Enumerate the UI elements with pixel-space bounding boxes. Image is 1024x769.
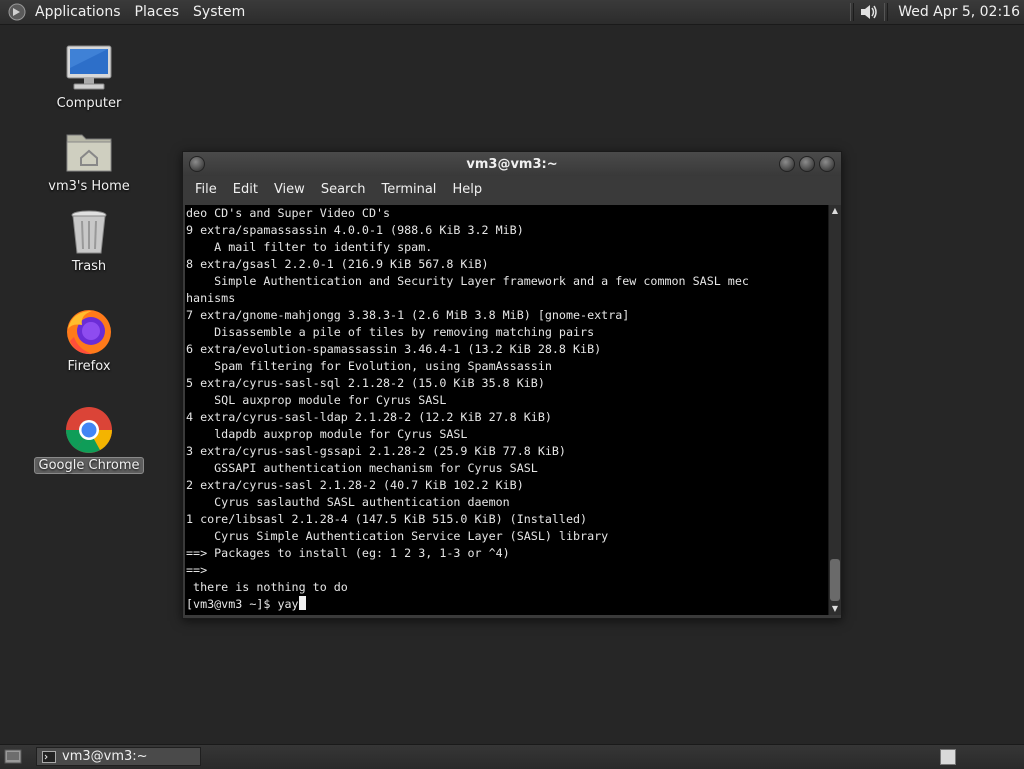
desktop-icon-trash[interactable]: Trash bbox=[34, 207, 144, 274]
terminal-menubar: File Edit View Search Terminal Help bbox=[183, 176, 841, 202]
maximize-button[interactable] bbox=[799, 156, 815, 172]
window-title: vm3@vm3:~ bbox=[466, 156, 558, 172]
terminal-input[interactable]: yay bbox=[277, 597, 298, 611]
desktop-icon-home[interactable]: vm3's Home bbox=[34, 127, 144, 194]
menu-file[interactable]: File bbox=[187, 182, 225, 197]
workspace-switcher-icon[interactable] bbox=[940, 749, 956, 765]
desktop-icon-label: Firefox bbox=[67, 359, 111, 374]
system-menu[interactable]: System bbox=[186, 4, 252, 20]
applications-menu[interactable]: Applications bbox=[28, 4, 128, 20]
terminal-icon bbox=[42, 750, 56, 763]
terminal-window[interactable]: vm3@vm3:~ File Edit View Search Terminal… bbox=[182, 151, 842, 619]
top-panel-tray: Wed Apr 5, 02:16 bbox=[846, 2, 1024, 22]
window-titlebar[interactable]: vm3@vm3:~ bbox=[183, 152, 841, 176]
desktop-icon-label: Computer bbox=[56, 96, 122, 111]
bottom-panel: vm3@vm3:~ bbox=[0, 744, 1024, 769]
scrollbar-thumb[interactable] bbox=[830, 559, 840, 601]
terminal-output[interactable]: deo CD's and Super Video CD's 9 extra/sp… bbox=[185, 205, 828, 615]
volume-icon[interactable] bbox=[858, 2, 880, 22]
text-cursor bbox=[298, 596, 306, 610]
desktop-icon-label: vm3's Home bbox=[48, 179, 130, 194]
computer-icon bbox=[66, 45, 112, 90]
chrome-icon bbox=[65, 407, 112, 453]
panel-separator bbox=[850, 3, 855, 21]
show-desktop-icon[interactable] bbox=[4, 749, 22, 764]
terminal-scrollbar[interactable]: ▲ ▼ bbox=[828, 205, 841, 615]
taskbar-button-terminal[interactable]: vm3@vm3:~ bbox=[36, 747, 201, 766]
scroll-down-arrow-icon[interactable]: ▼ bbox=[829, 603, 841, 615]
places-menu[interactable]: Places bbox=[128, 4, 187, 20]
window-menu-button[interactable] bbox=[189, 156, 205, 172]
taskbar-button-label: vm3@vm3:~ bbox=[62, 749, 148, 764]
terminal-prompt: [vm3@vm3 ~]$ bbox=[186, 597, 278, 611]
desktop-icon-computer[interactable]: Computer bbox=[34, 44, 144, 111]
menu-terminal[interactable]: Terminal bbox=[373, 182, 444, 197]
panel-separator bbox=[884, 3, 889, 21]
scroll-up-arrow-icon[interactable]: ▲ bbox=[829, 205, 841, 217]
terminal-lines: deo CD's and Super Video CD's 9 extra/sp… bbox=[186, 206, 749, 594]
menu-edit[interactable]: Edit bbox=[225, 182, 266, 197]
firefox-icon bbox=[67, 310, 111, 355]
home-folder-icon bbox=[66, 134, 112, 172]
desktop-icon-firefox[interactable]: Firefox bbox=[34, 307, 144, 374]
desktop-icon-label: Trash bbox=[71, 259, 107, 274]
desktop-icon-label: Google Chrome bbox=[34, 457, 144, 474]
clock[interactable]: Wed Apr 5, 02:16 bbox=[892, 4, 1020, 20]
top-panel: Applications Places System Wed Apr 5, 02… bbox=[0, 0, 1024, 25]
distributor-logo-icon[interactable] bbox=[8, 3, 26, 21]
trash-icon bbox=[71, 210, 107, 254]
menu-search[interactable]: Search bbox=[313, 182, 374, 197]
menu-view[interactable]: View bbox=[266, 182, 313, 197]
close-button[interactable] bbox=[819, 156, 835, 172]
terminal-text: deo CD's and Super Video CD's 9 extra/sp… bbox=[185, 205, 828, 613]
minimize-button[interactable] bbox=[779, 156, 795, 172]
desktop-icon-chrome[interactable]: Google Chrome bbox=[34, 405, 144, 474]
menu-help[interactable]: Help bbox=[444, 182, 490, 197]
